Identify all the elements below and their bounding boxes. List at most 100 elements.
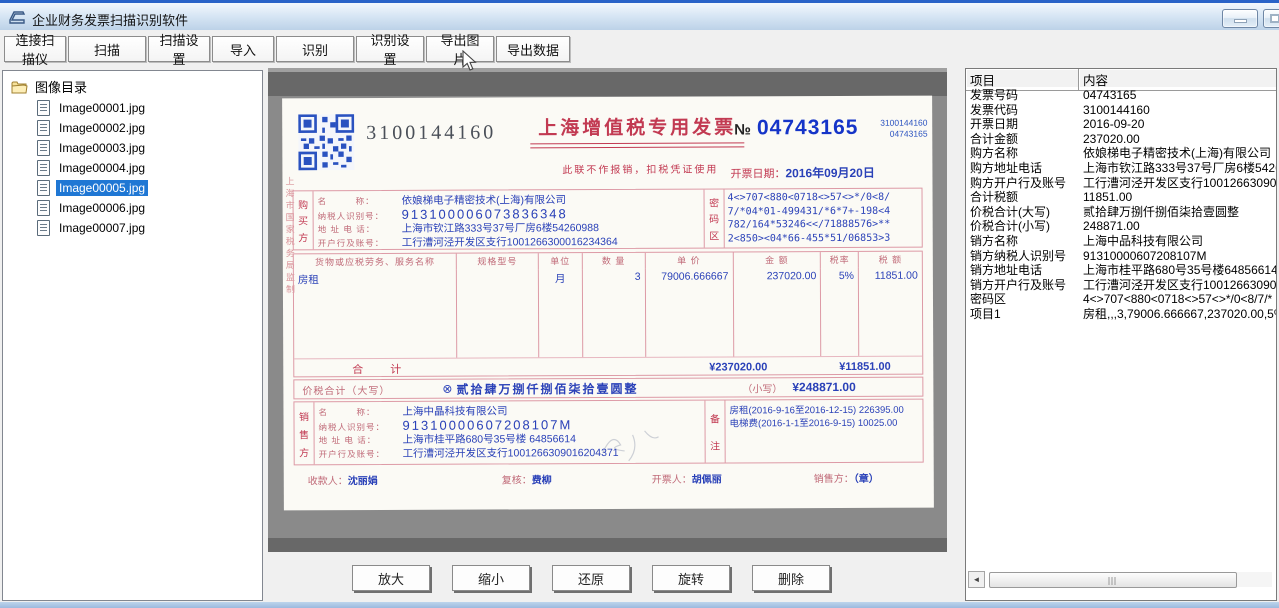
result-row[interactable]: 销方开户行及账号 工行漕河泾开发区支行100126630901 (966, 278, 1276, 293)
title-underline (530, 142, 744, 144)
tree-item[interactable]: Image00004.jpg (3, 158, 262, 178)
results-header: 项目 内容 (966, 69, 1276, 87)
tree-item[interactable]: Image00007.jpg (3, 218, 262, 238)
viewer-control-button[interactable]: 删除 (752, 565, 830, 591)
result-item-name: 合计金额 (966, 132, 1079, 147)
result-item-name: 销方地址电话 (966, 263, 1079, 278)
password-text: 4<>707<880<0718<>57<>*/0<8/7/*04*01-4994… (725, 189, 922, 248)
document-icon (37, 200, 50, 216)
result-item-name: 销方纳税人识别号 (966, 249, 1079, 264)
tree-item[interactable]: Image00003.jpg (3, 138, 262, 158)
scrollbar-thumb[interactable] (989, 572, 1237, 588)
horizontal-scrollbar[interactable]: ◄ (968, 571, 1272, 588)
result-item-value: 4<>707<880<0718<>57<>*/0<8/7/* (1079, 292, 1276, 307)
toolbar-button[interactable]: 识别 (276, 36, 354, 62)
tree-item-label: Image00004.jpg (56, 160, 148, 176)
tree-items: Image00001.jpg Image00002.jpg Image00003… (3, 98, 262, 238)
result-item-value: 04743165 (1079, 88, 1276, 103)
invoice-image: 上海市国家税务局监制 3100144160 上海 (282, 96, 934, 511)
result-item-name: 购方开户行及账号 (966, 176, 1079, 191)
result-item-value: 工行漕河泾开发区支行100126630901 (1079, 176, 1276, 191)
result-item-value: 3100144160 (1079, 103, 1276, 118)
toolbar-button[interactable]: 导出图片 (426, 36, 494, 62)
document-icon (37, 220, 50, 236)
window-bottom-border (0, 602, 1279, 608)
result-item-value: 依娘梯电子精密技术(上海)有限公司 (1079, 146, 1276, 161)
results-rows: 发票号码 04743165 发票代码 3100144160 开票日期 2016-… (966, 87, 1276, 322)
window-title: 企业财务发票扫描识别软件 (32, 10, 188, 29)
result-item-value: 上海中品科技有限公司 (1079, 234, 1276, 249)
result-row[interactable]: 销方名称 上海中品科技有限公司 (966, 234, 1276, 249)
result-item-value: 248871.00 (1079, 219, 1276, 234)
result-item-name: 密码区 (966, 292, 1079, 307)
invoice-number-block: № 04743165 (734, 116, 858, 141)
maximize-button[interactable] (1263, 9, 1279, 28)
viewer-control-button[interactable]: 旋转 (652, 565, 730, 591)
result-item-name: 购方名称 (966, 146, 1079, 161)
result-item-value: 工行漕河泾开发区支行100126630901 (1079, 278, 1276, 293)
total-in-words-row: 价税合计（大写） ⊗ 贰拾肆万捌仟捌佰柒拾壹圆整 （小写） ¥248871.00 (293, 377, 923, 400)
tree-root-label: 图像目录 (35, 77, 87, 96)
app-window: 企业财务发票扫描识别软件 连接扫描仪扫描扫描设置导入识别识别设置导出图片导出数据… (0, 0, 1279, 608)
seller-section: 销售方 名 称：上海中晶科技有限公司 纳税人识别号：91310000607208… (293, 399, 923, 466)
document-icon (37, 180, 50, 196)
result-item-name: 价税合计(大写) (966, 205, 1079, 220)
title-bar: 企业财务发票扫描识别软件 (0, 0, 1279, 30)
invoice-number: 04743165 (757, 116, 859, 140)
invoice-code: 3100144160 (366, 121, 496, 145)
goods-row: 房租 月3 79006.666667237020.00 5%11851.00 (294, 268, 922, 359)
document-icon (37, 100, 50, 116)
viewer-control-button[interactable]: 还原 (552, 565, 630, 591)
minimize-button[interactable] (1222, 9, 1258, 28)
result-row[interactable]: 发票号码 04743165 (966, 88, 1276, 103)
tree-item[interactable]: Image00006.jpg (3, 198, 262, 218)
goods-table: 货物或应税劳务、服务名称规格型号 单位数 量 单 价金 额 税率税 额 房租 月… (293, 251, 924, 378)
toolbar-button[interactable]: 扫描 (68, 36, 146, 62)
tree-item[interactable]: Image00002.jpg (3, 118, 262, 138)
viewer-control-button[interactable]: 缩小 (452, 565, 530, 591)
invoice-preview-viewer[interactable]: 上海市国家税务局监制 3100144160 上海 (268, 68, 947, 552)
invoice-title: 上海增值税专用发票 (522, 112, 752, 140)
goods-total-row: 合 计 ¥237020.00 ¥11851.00 (294, 356, 922, 379)
tree-root[interactable]: 图像目录 (3, 71, 262, 98)
result-row[interactable]: 购方开户行及账号 工行漕河泾开发区支行100126630901 (966, 176, 1276, 191)
viewer-control-button[interactable]: 放大 (352, 565, 430, 591)
result-row[interactable]: 销方纳税人识别号 91310000607208107M (966, 249, 1276, 264)
result-row[interactable]: 购方名称 依娘梯电子精密技术(上海)有限公司 (966, 146, 1276, 161)
buyer-section: 购买方 名 称：依娘梯电子精密技术(上海)有限公司 纳税人识别号：9131000… (293, 188, 923, 251)
result-row[interactable]: 项目1 房租,,,3,79006.666667,237020.00,5% (966, 307, 1276, 322)
result-row[interactable]: 销方地址电话 上海市桂平路680号35号楼64856614 (966, 263, 1276, 278)
scrollbar-track[interactable] (1237, 572, 1272, 587)
scroll-left-arrow[interactable]: ◄ (968, 571, 985, 588)
remark-area: 备注 房租(2016-9-16至2016-12-15) 226395.00电梯费… (704, 400, 922, 463)
viewer-controls: 放大缩小还原旋转删除 (352, 565, 830, 591)
result-row[interactable]: 合计金额 237020.00 (966, 132, 1276, 147)
result-row[interactable]: 合计税额 11851.00 (966, 190, 1276, 205)
toolbar-button[interactable]: 导出数据 (496, 36, 570, 62)
result-row[interactable]: 开票日期 2016-09-20 (966, 117, 1276, 132)
image-directory-panel: 图像目录 Image00001.jpg Image00002.jpg Image… (2, 70, 263, 601)
result-row[interactable]: 购方地址电话 上海市钦江路333号37号厂房6楼5426 (966, 161, 1276, 176)
tree-item[interactable]: Image00005.jpg (3, 178, 262, 198)
toolbar-button[interactable]: 识别设置 (356, 36, 424, 62)
result-row[interactable]: 密码区 4<>707<880<0718<>57<>*/0<8/7/* (966, 292, 1276, 307)
tree-item[interactable]: Image00001.jpg (3, 98, 262, 118)
password-vertical-label: 密码区 (705, 189, 725, 247)
seller-fields: 名 称：上海中晶科技有限公司 纳税人识别号：91310000607208107M… (314, 401, 704, 465)
result-item-value: 房租,,,3,79006.666667,237020.00,5% (1079, 307, 1276, 322)
toolbar-button[interactable]: 扫描设置 (148, 36, 210, 62)
result-row[interactable]: 发票代码 3100144160 (966, 103, 1276, 118)
toolbar-button[interactable]: 导入 (212, 36, 274, 62)
result-row[interactable]: 价税合计(小写) 248871.00 (966, 219, 1276, 234)
result-row[interactable]: 价税合计(大写) 贰拾肆万捌仟捌佰柒拾壹圆整 (966, 205, 1276, 220)
result-item-name: 购方地址电话 (966, 161, 1079, 176)
result-item-name: 销方名称 (966, 234, 1079, 249)
recognition-results-panel: 项目 内容 发票号码 04743165 发票代码 3100144160 开票日期… (965, 68, 1277, 601)
toolbar-button[interactable]: 连接扫描仪 (4, 36, 66, 62)
result-item-value: 上海市桂平路680号35号楼64856614 (1079, 263, 1276, 278)
minimize-icon (1234, 19, 1247, 23)
result-item-name: 销方开户行及账号 (966, 278, 1079, 293)
result-item-name: 合计税额 (966, 190, 1079, 205)
scanner-app-icon (8, 10, 26, 30)
result-item-name: 价税合计(小写) (966, 219, 1079, 234)
